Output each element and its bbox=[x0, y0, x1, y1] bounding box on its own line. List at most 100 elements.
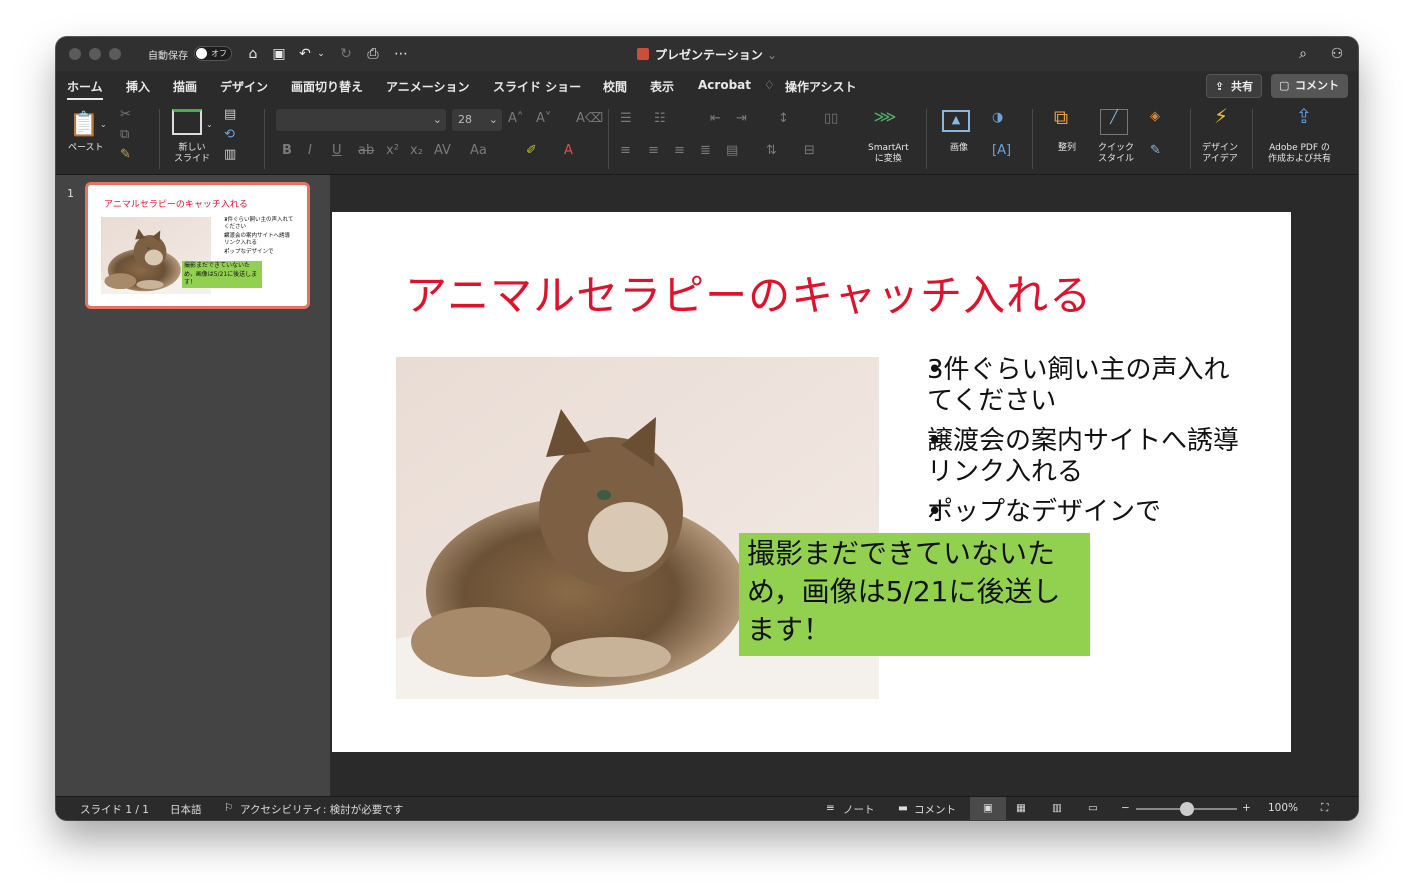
shapes-icon[interactable]: ◑ bbox=[992, 110, 1003, 126]
highlight-icon[interactable]: ✐ bbox=[526, 143, 537, 159]
font-name-combo[interactable]: ⌄ bbox=[276, 109, 446, 131]
slide-editor: アニマルセラピーのキャッチ入れる • 3件ぐらい飼い主の声入れてください • 譲… bbox=[330, 175, 1358, 796]
shape-outline-icon[interactable]: ✎ bbox=[1150, 143, 1161, 159]
normal-view-icon[interactable]: ▣ bbox=[970, 797, 1006, 820]
text-direction-icon[interactable]: ⇅ bbox=[766, 143, 777, 159]
align-text-icon[interactable]: ⊟ bbox=[804, 143, 815, 159]
paste-dropdown-icon[interactable]: ⌄ bbox=[100, 117, 107, 133]
smartart-icon[interactable]: ⋙ bbox=[870, 109, 900, 129]
powerpoint-file-icon bbox=[636, 48, 649, 60]
thumbnail-bullet: ポップなデザインで bbox=[219, 249, 294, 256]
columns-icon[interactable]: ▯▯ bbox=[824, 111, 838, 127]
tab-animations[interactable]: アニメーション bbox=[386, 78, 470, 95]
arrange-icon[interactable]: ⧉ bbox=[1048, 107, 1074, 135]
picture-icon[interactable]: ▲ bbox=[942, 110, 970, 132]
notes-button[interactable]: ノート bbox=[843, 802, 875, 817]
comments-icon[interactable]: ▬ bbox=[898, 802, 908, 814]
distributed-icon[interactable]: ▤ bbox=[726, 143, 738, 159]
tab-home[interactable]: ホーム bbox=[67, 78, 103, 100]
tab-transitions[interactable]: 画面切り替え bbox=[291, 78, 363, 95]
adobe-pdf-icon[interactable]: ⇪ bbox=[1290, 106, 1318, 136]
comment-label: コメント bbox=[1295, 79, 1339, 92]
ribbon-tabs: ホーム 挿入 描画 デザイン 画面切り替え アニメーション スライド ショー 校… bbox=[56, 71, 1358, 103]
line-spacing-icon[interactable]: ↕ bbox=[778, 111, 789, 127]
quick-style-icon[interactable]: ╱ bbox=[1100, 109, 1128, 135]
align-center-icon[interactable]: ≡ bbox=[648, 143, 659, 159]
decrease-font-icon[interactable]: A˅ bbox=[536, 111, 551, 127]
slide-title[interactable]: アニマルセラピーのキャッチ入れる bbox=[405, 262, 1092, 323]
share-button[interactable]: ⇪ 共有 bbox=[1206, 74, 1262, 98]
tab-insert[interactable]: 挿入 bbox=[126, 78, 150, 95]
fit-to-window-icon[interactable]: ⛶ bbox=[1321, 802, 1328, 815]
language-indicator[interactable]: 日本語 bbox=[170, 802, 202, 817]
paste-icon[interactable]: 📋 bbox=[69, 109, 99, 139]
new-slide-dropdown-icon[interactable]: ⌄ bbox=[206, 117, 213, 133]
numbering-icon[interactable]: ☷ bbox=[654, 111, 666, 127]
thumbnail-title: アニマルセラピーのキャッチ入れる bbox=[104, 200, 248, 210]
bold-icon[interactable]: B bbox=[282, 143, 292, 159]
accessibility-icon[interactable]: ⚐ bbox=[224, 802, 233, 814]
slide-bullets[interactable]: 3件ぐらい飼い主の声入れてください 譲渡会の案内サイトへ誘導リンク入れる ポップ… bbox=[909, 355, 1239, 528]
thumbnail-bullet: 譲渡会の案内サイトへ誘導リンク入れる bbox=[219, 233, 294, 247]
tab-view[interactable]: 表示 bbox=[650, 78, 674, 95]
strikethrough-icon[interactable]: ab bbox=[358, 143, 374, 159]
reading-view-icon[interactable]: ▥ bbox=[1052, 802, 1062, 814]
account-icon[interactable]: ⚇ bbox=[1328, 45, 1346, 63]
new-slide-label: 新しい スライド bbox=[174, 143, 211, 164]
title-chevron-icon[interactable]: ⌄ bbox=[767, 48, 777, 62]
font-size-combo[interactable]: 28 ⌄ bbox=[452, 109, 502, 131]
bullet-item[interactable]: 譲渡会の案内サイトへ誘導リンク入れる bbox=[909, 426, 1239, 488]
justify-icon[interactable]: ≣ bbox=[700, 143, 711, 159]
slide-counter: スライド 1 / 1 bbox=[80, 804, 149, 816]
slide-thumbnail[interactable]: アニマルセラピーのキャッチ入れる 3件ぐらい飼い主の声入れてください 譲渡会の案… bbox=[85, 182, 310, 309]
increase-indent-icon[interactable]: ⇥ bbox=[736, 111, 747, 127]
tab-tell-me[interactable]: 操作アシスト bbox=[785, 78, 857, 95]
font-color-icon[interactable]: A bbox=[564, 143, 573, 159]
comments-button[interactable]: コメント bbox=[914, 802, 956, 817]
notes-icon[interactable]: ≡ bbox=[826, 802, 835, 814]
zoom-out-icon[interactable]: − bbox=[1121, 802, 1130, 814]
arrange-label: 整列 bbox=[1058, 143, 1077, 153]
new-slide-icon[interactable] bbox=[172, 109, 202, 135]
clear-format-icon[interactable]: A⌫ bbox=[576, 111, 603, 127]
bullet-item[interactable]: 3件ぐらい飼い主の声入れてください bbox=[909, 355, 1239, 417]
layout-icon[interactable]: ▤ bbox=[224, 107, 236, 123]
tab-draw[interactable]: 描画 bbox=[173, 78, 197, 95]
slideshow-icon[interactable]: ▭ bbox=[1088, 802, 1098, 814]
zoom-slider[interactable] bbox=[1136, 802, 1237, 816]
change-case-icon[interactable]: Aa bbox=[470, 143, 487, 159]
format-painter-icon[interactable]: ✎ bbox=[120, 147, 131, 163]
bullet-item[interactable]: ポップなデザインで bbox=[909, 497, 1239, 528]
shape-fill-icon[interactable]: ◈ bbox=[1150, 109, 1160, 125]
align-left-icon[interactable]: ≡ bbox=[620, 143, 631, 159]
subscript-icon[interactable]: x₂ bbox=[410, 143, 423, 159]
tab-design[interactable]: デザイン bbox=[220, 78, 268, 95]
align-right-icon[interactable]: ≡ bbox=[674, 143, 685, 159]
bullets-icon[interactable]: ☰ bbox=[620, 111, 632, 127]
zoom-level[interactable]: 100% bbox=[1268, 802, 1298, 814]
italic-icon[interactable]: I bbox=[308, 143, 312, 159]
tab-review[interactable]: 校閲 bbox=[603, 78, 627, 95]
superscript-icon[interactable]: x² bbox=[386, 143, 399, 159]
textbox-icon[interactable]: [A] bbox=[992, 143, 1011, 159]
section-icon[interactable]: ▥ bbox=[224, 147, 236, 163]
underline-icon[interactable]: U bbox=[332, 143, 342, 159]
comment-button[interactable]: ▢ コメント bbox=[1271, 74, 1348, 98]
lightbulb-icon: ♢ bbox=[764, 78, 775, 92]
ribbon-separator bbox=[264, 109, 265, 169]
search-icon[interactable]: ⌕ bbox=[1294, 45, 1312, 63]
tab-acrobat[interactable]: Acrobat bbox=[698, 78, 751, 92]
slide-sorter-icon[interactable]: ▦ bbox=[1016, 802, 1026, 814]
accessibility-status[interactable]: アクセシビリティ: 検討が必要です bbox=[240, 802, 403, 817]
slide-canvas[interactable]: アニマルセラピーのキャッチ入れる • 3件ぐらい飼い主の声入れてください • 譲… bbox=[332, 212, 1291, 752]
sticky-note-textbox[interactable]: 撮影まだできていないため，画像は5/21に後送します！ bbox=[739, 533, 1090, 656]
character-spacing-icon[interactable]: AV bbox=[434, 143, 451, 159]
cut-icon: ✂ bbox=[120, 107, 131, 122]
zoom-slider-knob[interactable] bbox=[1179, 802, 1194, 816]
decrease-indent-icon[interactable]: ⇤ bbox=[710, 111, 721, 127]
reset-icon[interactable]: ⟲ bbox=[224, 127, 235, 143]
zoom-in-icon[interactable]: + bbox=[1242, 802, 1251, 814]
increase-font-icon[interactable]: A˄ bbox=[508, 111, 523, 127]
tab-slideshow[interactable]: スライド ショー bbox=[493, 78, 581, 95]
design-ideas-icon[interactable]: ⚡ bbox=[1206, 106, 1236, 136]
